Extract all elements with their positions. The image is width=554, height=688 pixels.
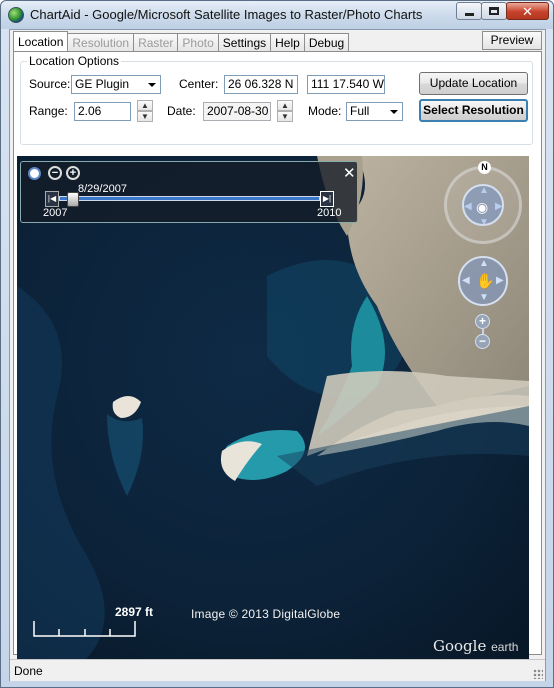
date-up-icon[interactable]: ▲: [277, 100, 293, 111]
tab-location[interactable]: Location: [13, 31, 69, 52]
logo-earth: earth: [491, 640, 519, 654]
pan-up-icon[interactable]: ▲: [479, 258, 489, 269]
location-options-group: Location Options Source: GE Plugin Cente…: [20, 54, 533, 145]
date-field[interactable]: 2007-08-30: [203, 102, 271, 121]
close-icon[interactable]: ✕: [343, 164, 356, 182]
logo-google: Google: [433, 637, 487, 655]
clock-icon[interactable]: [28, 167, 41, 180]
tab-debug[interactable]: Debug: [304, 33, 350, 52]
zoom-out-icon[interactable]: −: [475, 334, 490, 349]
tab-strip: Location Resolution Raster Photo Setting…: [13, 31, 350, 52]
range-up-icon[interactable]: ▲: [137, 100, 153, 111]
app-window: ChartAid - Google/Microsoft Satellite Im…: [0, 0, 554, 688]
maximize-button[interactable]: [481, 2, 507, 20]
pan-control[interactable]: ✋ ▲ ▼ ◀ ▶: [458, 256, 508, 306]
look-right-icon[interactable]: ▶: [495, 201, 503, 212]
look-down-icon[interactable]: ▼: [479, 217, 489, 228]
time-slider-panel: − + ✕ 8/29/2007 |◀ ▶| 2007 2010: [20, 161, 358, 223]
title-bar[interactable]: ChartAid - Google/Microsoft Satellite Im…: [1, 1, 553, 29]
location-panel: Location Options Source: GE Plugin Cente…: [13, 51, 542, 668]
client-area: Location Resolution Raster Photo Setting…: [9, 29, 546, 681]
source-label: Source:: [29, 77, 71, 91]
close-button[interactable]: ✕: [506, 2, 549, 20]
satellite-imagery: [17, 156, 529, 668]
center-lon-field[interactable]: 111 17.540 W: [307, 75, 385, 94]
chevron-down-icon[interactable]: [386, 104, 401, 119]
time-track[interactable]: [59, 196, 320, 201]
maximize-icon: [489, 7, 499, 15]
end-year-label: 2010: [317, 207, 342, 219]
update-location-button[interactable]: Update Location: [419, 72, 528, 95]
pan-right-icon[interactable]: ▶: [496, 275, 504, 286]
tab-help[interactable]: Help: [271, 33, 305, 52]
eye-icon: ◉: [476, 199, 489, 215]
mode-select[interactable]: Full: [346, 102, 403, 121]
source-value: GE Plugin: [75, 77, 130, 91]
range-field[interactable]: 2.06: [74, 102, 131, 121]
scale-label: 2897 ft: [115, 605, 154, 619]
look-left-icon[interactable]: ◀: [464, 201, 472, 212]
status-text: Done: [14, 664, 43, 678]
imagery-copyright: Image © 2013 DigitalGlobe: [191, 607, 341, 621]
minimize-icon: [464, 12, 474, 16]
globe-icon: [8, 7, 24, 23]
resize-grip-icon[interactable]: [533, 669, 543, 679]
center-label: Center:: [179, 77, 219, 91]
date-label: Date:: [167, 104, 196, 118]
range-down-icon[interactable]: ▼: [137, 111, 153, 122]
date-down-icon[interactable]: ▼: [277, 111, 293, 122]
preview-button[interactable]: Preview: [482, 31, 542, 50]
hand-icon: ✋: [476, 273, 495, 290]
look-control[interactable]: N ◉ ▲ ▼ ◀ ▶: [444, 161, 522, 244]
mode-label: Mode:: [308, 104, 342, 118]
google-earth-logo: Google earth: [433, 637, 518, 655]
satellite-map[interactable]: − + ✕ 8/29/2007 |◀ ▶| 2007 2010 N ◉ ▲ ▼ …: [17, 156, 529, 668]
status-bar: Done: [10, 659, 545, 681]
group-title: Location Options: [27, 54, 122, 68]
current-date-label: 8/29/2007: [78, 183, 127, 195]
step-forward-icon[interactable]: ▶|: [320, 191, 334, 207]
step-back-icon[interactable]: |◀: [45, 191, 59, 207]
chevron-down-icon[interactable]: [144, 77, 159, 92]
source-select[interactable]: GE Plugin: [71, 75, 161, 94]
zoom-in-time-icon[interactable]: +: [66, 166, 80, 180]
zoom-out-time-icon[interactable]: −: [48, 166, 62, 180]
tab-raster[interactable]: Raster: [134, 33, 179, 52]
minimize-button[interactable]: [456, 2, 482, 20]
window-title: ChartAid - Google/Microsoft Satellite Im…: [30, 7, 423, 22]
close-icon: ✕: [522, 3, 533, 19]
scale-bar: [33, 621, 136, 637]
center-lat-field[interactable]: 26 06.328 N: [224, 75, 298, 94]
tab-photo[interactable]: Photo: [178, 33, 219, 52]
north-indicator[interactable]: N: [478, 161, 491, 174]
start-year-label: 2007: [43, 207, 68, 219]
zoom-in-icon[interactable]: +: [475, 314, 490, 329]
range-stepper[interactable]: ▲ ▼: [137, 100, 153, 122]
tab-settings[interactable]: Settings: [218, 33, 272, 52]
pan-down-icon[interactable]: ▼: [479, 292, 489, 303]
select-resolution-button[interactable]: Select Resolution: [419, 99, 528, 122]
mode-value: Full: [350, 104, 370, 118]
time-slider-handle[interactable]: [67, 192, 80, 207]
date-stepper[interactable]: ▲ ▼: [277, 100, 293, 122]
range-label: Range:: [29, 104, 68, 118]
look-up-icon[interactable]: ▲: [479, 185, 489, 196]
tab-resolution[interactable]: Resolution: [68, 33, 135, 52]
pan-left-icon[interactable]: ◀: [462, 275, 470, 286]
